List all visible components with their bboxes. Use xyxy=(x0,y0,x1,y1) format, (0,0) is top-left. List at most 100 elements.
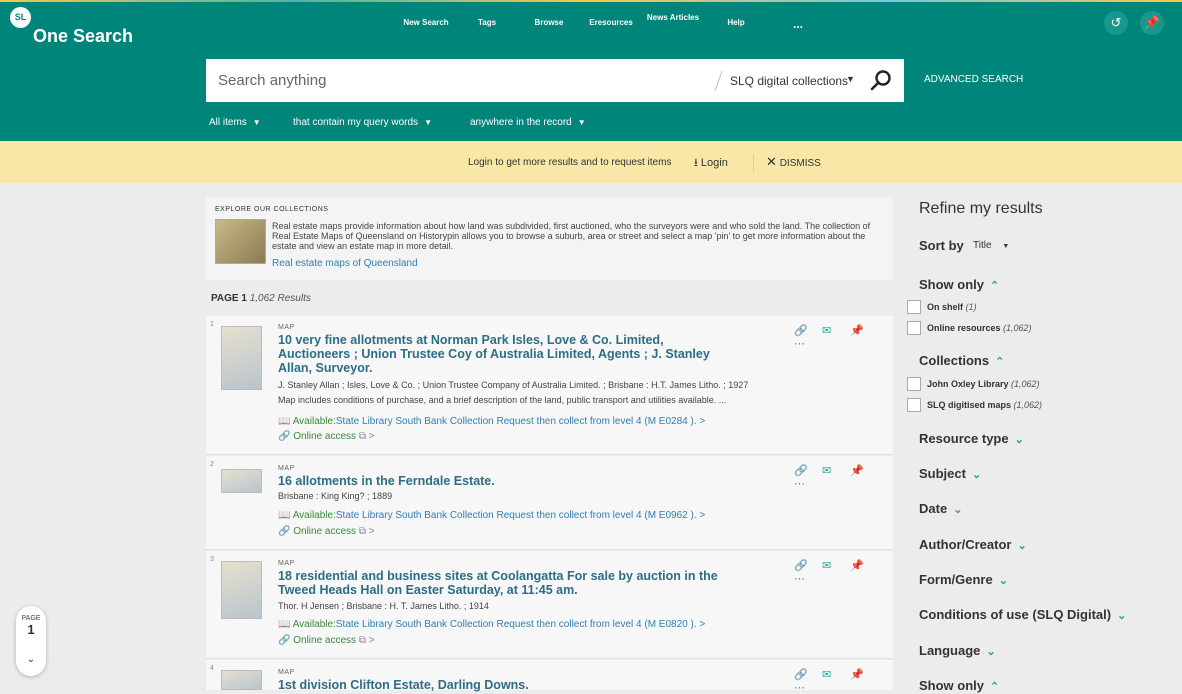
pin-icon[interactable]: 📌 xyxy=(850,559,878,572)
result-thumbnail[interactable] xyxy=(221,326,262,390)
checkbox-john-oxley[interactable] xyxy=(907,377,921,391)
more-icon[interactable]: ⋯ xyxy=(794,681,822,694)
result-title[interactable]: 16 allotments in the Ferndale Estate. xyxy=(278,474,728,488)
nav-new-search[interactable]: New Search xyxy=(396,18,456,27)
result-thumbnail[interactable] xyxy=(221,561,262,619)
option-count: (1,062) xyxy=(1011,379,1040,389)
facet-author-creator[interactable]: Author/Creator ⌄ xyxy=(919,537,1027,552)
facet-collections[interactable]: Collections ⌃ xyxy=(919,353,1004,368)
availability-link[interactable]: 📖 Available:State Library South Bank Col… xyxy=(278,510,705,521)
login-label: Login xyxy=(700,157,728,169)
nav-browse[interactable]: Browse xyxy=(519,18,579,27)
pin-icon[interactable]: 📌 xyxy=(850,464,878,477)
option-on-shelf[interactable]: On shelf (1) xyxy=(927,302,977,312)
facet-label: Collections xyxy=(919,353,990,368)
result-meta: Brisbane : King King? ; 1889 xyxy=(278,491,393,501)
checkbox-on-shelf[interactable] xyxy=(907,300,921,314)
availability-location: State Library South Bank Collection Requ… xyxy=(335,416,706,427)
result-actions: 🔗 ✉ 📌 ⋯ xyxy=(794,324,893,350)
checkbox-slq-digitised[interactable] xyxy=(907,398,921,412)
availability-link[interactable]: 📖 Available:State Library South Bank Col… xyxy=(278,619,705,630)
facet-subject[interactable]: Subject ⌄ xyxy=(919,466,981,481)
caret-down-icon[interactable]: ▼ xyxy=(846,74,855,84)
email-icon[interactable]: ✉ xyxy=(822,668,850,681)
option-john-oxley[interactable]: John Oxley Library (1,062) xyxy=(927,379,1040,389)
scope-select[interactable]: SLQ digital collections xyxy=(730,74,848,88)
book-icon: 📖 xyxy=(278,510,291,521)
result-thumbnail[interactable] xyxy=(221,469,262,493)
option-slq-digitised[interactable]: SLQ digitised maps (1,062) xyxy=(927,400,1042,410)
more-icon[interactable]: ⋯ xyxy=(794,337,822,350)
link-icon[interactable]: 🔗 xyxy=(794,464,822,477)
nav-news-articles[interactable]: News Articles xyxy=(643,13,703,22)
chevron-up-icon: ⌃ xyxy=(990,681,1000,693)
result-card[interactable]: 2 MAP 16 allotments in the Ferndale Esta… xyxy=(206,456,893,550)
explore-link[interactable]: Real estate maps of Queensland xyxy=(272,258,418,269)
facet-conditions-of-use[interactable]: Conditions of use (SLQ Digital) ⌄ xyxy=(919,607,1126,622)
advanced-search-link[interactable]: ADVANCED SEARCH xyxy=(924,74,1023,85)
nav-help[interactable]: Help xyxy=(706,18,766,27)
filter-scope[interactable]: anywhere in the record ▼ xyxy=(470,117,586,128)
pin-icon[interactable]: 📌 xyxy=(850,668,878,681)
result-type: MAP xyxy=(278,560,295,567)
logo-badge[interactable]: SL xyxy=(10,7,31,28)
email-icon[interactable]: ✉ xyxy=(822,324,850,337)
result-title[interactable]: 18 residential and business sites at Coo… xyxy=(278,569,728,597)
more-icon[interactable]: ⋯ xyxy=(794,572,822,585)
explore-title: EXPLORE OUR COLLECTIONS xyxy=(215,206,329,213)
result-title[interactable]: 10 very fine allotments at Norman Park I… xyxy=(278,333,728,375)
result-thumbnail[interactable] xyxy=(221,670,262,690)
search-bar: SLQ digital collections ▼ xyxy=(206,59,904,102)
checkbox-online-resources[interactable] xyxy=(907,321,921,335)
facet-show-only-2[interactable]: Show only ⌃ xyxy=(919,678,999,693)
option-count: (1,062) xyxy=(1013,400,1043,410)
facet-label: Subject xyxy=(919,466,966,481)
link-icon[interactable]: 🔗 xyxy=(794,324,822,337)
results-count: 1,062 Results xyxy=(249,293,311,304)
result-type: MAP xyxy=(278,669,295,676)
result-card[interactable]: 3 MAP 18 residential and business sites … xyxy=(206,551,893,659)
sort-select[interactable]: Title ▼ xyxy=(973,240,1009,251)
nav-tags[interactable]: Tags xyxy=(457,18,517,27)
online-access-link[interactable]: 🔗 Online access ⧉ > xyxy=(278,635,375,646)
search-input[interactable] xyxy=(218,69,698,91)
caret-down-icon: ▼ xyxy=(1002,243,1010,250)
facet-label: Conditions of use (SLQ Digital) xyxy=(919,607,1112,622)
email-icon[interactable]: ✉ xyxy=(822,559,850,572)
result-card[interactable]: 4 MAP 1st division Clifton Estate, Darli… xyxy=(206,660,893,694)
result-card[interactable]: 1 MAP 10 very fine allotments at Norman … xyxy=(206,316,893,455)
page-indicator-label: PAGE xyxy=(21,615,41,622)
login-button[interactable]: ⭳ Login xyxy=(694,154,728,173)
explore-thumbnail[interactable] xyxy=(215,219,266,264)
explore-collections-panel: EXPLORE OUR COLLECTIONS Real estate maps… xyxy=(206,197,893,280)
option-online-resources[interactable]: Online resources (1,062) xyxy=(927,323,1032,333)
option-label: John Oxley Library xyxy=(927,379,1009,389)
online-access-link[interactable]: 🔗 Online access ⧉ > xyxy=(278,526,375,537)
facet-show-only[interactable]: Show only ⌃ xyxy=(919,277,999,292)
facet-language[interactable]: Language ⌄ xyxy=(919,643,996,658)
pin-icon[interactable]: 📌 xyxy=(850,324,878,337)
nav-more[interactable]: ... xyxy=(768,18,828,30)
explore-description: Real estate maps provide information abo… xyxy=(272,221,871,251)
facet-date[interactable]: Date ⌄ xyxy=(919,501,962,516)
online-access-link[interactable]: 🔗 Online access ⧉ > xyxy=(278,431,375,442)
link-icon[interactable]: 🔗 xyxy=(794,559,822,572)
link-icon[interactable]: 🔗 xyxy=(794,668,822,681)
filter-match[interactable]: that contain my query words ▼ xyxy=(293,117,432,128)
facet-form-genre[interactable]: Form/Genre ⌄ xyxy=(919,572,1008,587)
chevron-down-icon[interactable]: ⌄ xyxy=(16,654,46,665)
availability-status: Available: xyxy=(292,510,336,521)
filter-items[interactable]: All items ▼ xyxy=(209,117,261,128)
page-indicator[interactable]: PAGE 1 ⌄ xyxy=(16,606,46,676)
more-icon[interactable]: ⋯ xyxy=(794,477,822,490)
nav-eresources[interactable]: Eresources xyxy=(581,18,641,27)
availability-link[interactable]: 📖 Available:State Library South Bank Col… xyxy=(278,416,705,427)
search-icon[interactable] xyxy=(868,68,894,94)
facet-resource-type[interactable]: Resource type ⌄ xyxy=(919,431,1024,446)
result-number: 3 xyxy=(210,556,214,563)
history-icon[interactable]: ↺ xyxy=(1104,11,1128,35)
app-title[interactable]: One Search xyxy=(33,26,133,47)
dismiss-button[interactable]: ✕ DISMISS xyxy=(766,154,821,170)
pin-icon[interactable]: 📌 xyxy=(1140,11,1164,35)
email-icon[interactable]: ✉ xyxy=(822,464,850,477)
